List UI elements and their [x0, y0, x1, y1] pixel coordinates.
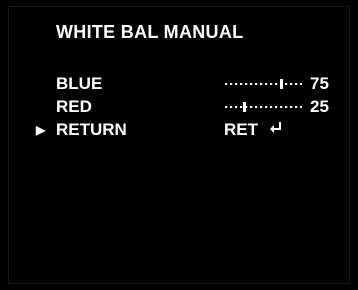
- osd-screen: WHITE BAL MANUAL BLUE 75 RED 25 ▶ RETURN…: [0, 0, 358, 290]
- slider-dot: [240, 83, 243, 85]
- slider-dot: [300, 106, 302, 108]
- slider-dot: [255, 83, 258, 85]
- slider-dot: [270, 106, 273, 108]
- red-level-slider[interactable]: [224, 102, 302, 112]
- slider-dot: [240, 106, 243, 108]
- slider-marker[interactable]: [243, 102, 246, 112]
- slider-dot: [260, 106, 263, 108]
- slider-dot: [235, 83, 238, 85]
- slider-dot: [245, 83, 248, 85]
- menu-item-label: RED: [56, 97, 92, 116]
- menu-item-label: RETURN: [56, 120, 127, 139]
- slider-dot: [280, 106, 283, 108]
- slider-dot: [290, 106, 293, 108]
- slider-track: [225, 79, 302, 89]
- slider-dot: [265, 83, 268, 85]
- slider-dot: [285, 106, 288, 108]
- blue-level-slider[interactable]: [224, 79, 302, 89]
- slider-dot: [295, 83, 298, 85]
- slider-dot: [265, 106, 268, 108]
- slider-dot: [250, 106, 253, 108]
- slider-dot: [235, 106, 238, 108]
- red-value: 25: [310, 97, 329, 116]
- menu-item-return[interactable]: ▶ RETURN RET: [0, 119, 358, 141]
- return-action-label: RET: [224, 120, 258, 139]
- return-action[interactable]: RET: [224, 119, 283, 142]
- slider-dot: [255, 106, 258, 108]
- slider-dot: [230, 106, 233, 108]
- slider-dot: [225, 83, 228, 85]
- slider-dot: [270, 83, 273, 85]
- slider-dot: [290, 83, 293, 85]
- slider-marker[interactable]: [280, 79, 283, 89]
- slider-track: [225, 102, 302, 112]
- slider-dot: [295, 106, 298, 108]
- slider-dot: [260, 83, 263, 85]
- enter-return-icon: [269, 119, 283, 141]
- play-triangle-icon: ▶: [36, 123, 46, 137]
- menu-item-label: BLUE: [56, 74, 103, 93]
- osd-menu: BLUE 75 RED 25 ▶ RETURN RET: [0, 0, 358, 290]
- blue-value: 75: [310, 74, 329, 93]
- slider-dot: [250, 83, 253, 85]
- slider-dot: [300, 83, 302, 85]
- slider-dot: [275, 106, 278, 108]
- menu-item-blue[interactable]: BLUE 75: [0, 73, 358, 95]
- slider-dot: [230, 83, 233, 85]
- slider-dot: [285, 83, 288, 85]
- menu-item-red[interactable]: RED 25: [0, 96, 358, 118]
- slider-dot: [275, 83, 278, 85]
- slider-dot: [225, 106, 228, 108]
